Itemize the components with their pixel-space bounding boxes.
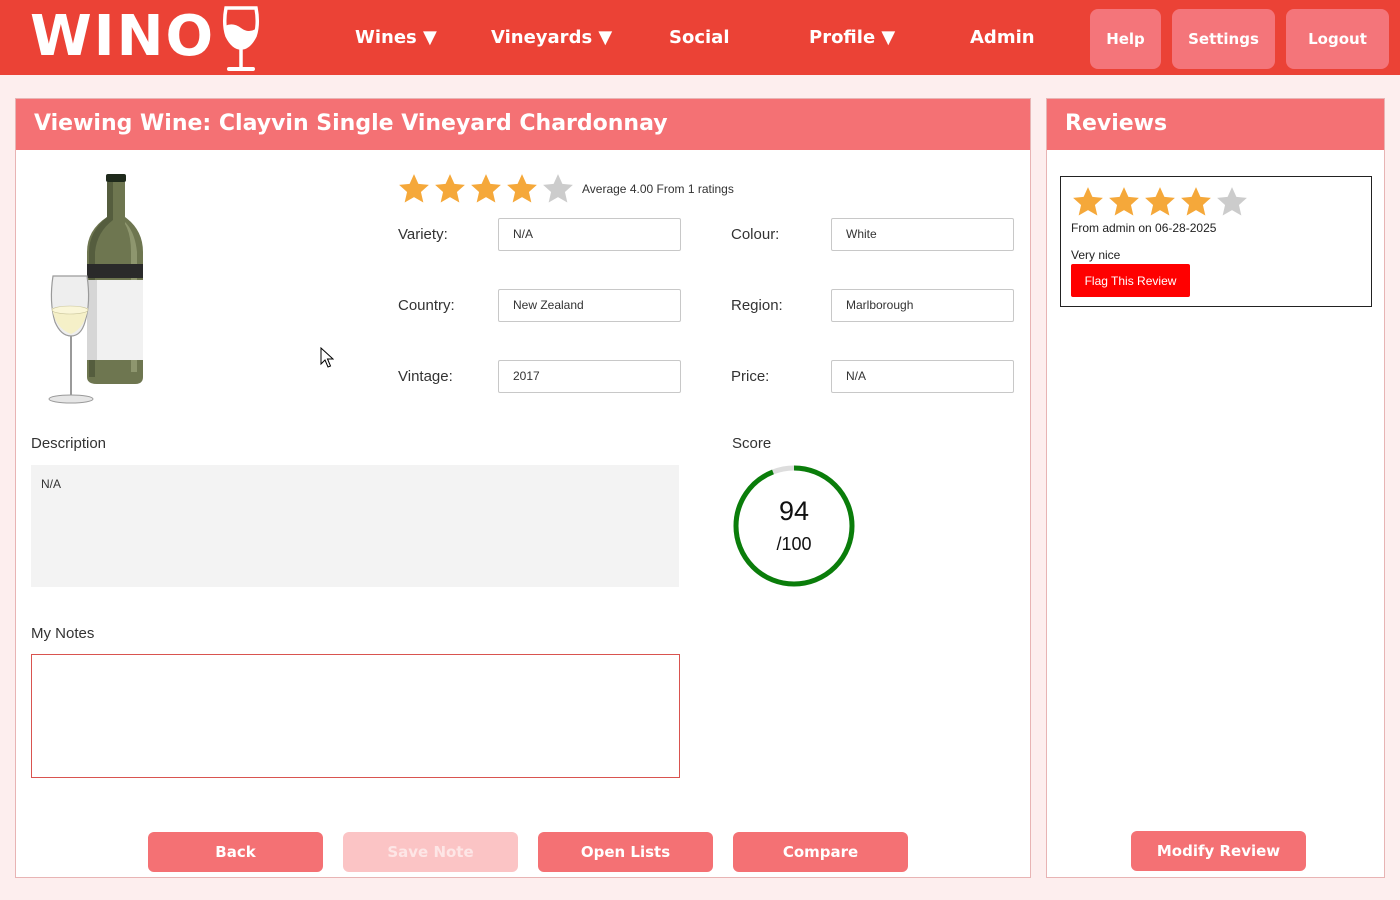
reviews-title: Reviews	[1065, 111, 1168, 136]
review-meta: From admin on 06-28-2025	[1071, 221, 1217, 235]
review-text: Very nice	[1071, 248, 1121, 262]
star-filled-icon[interactable]	[504, 172, 540, 206]
back-button[interactable]: Back	[148, 832, 323, 872]
star-empty-icon[interactable]	[540, 172, 576, 206]
logout-button[interactable]: Logout	[1286, 9, 1389, 69]
my-notes-label: My Notes	[31, 625, 95, 642]
star-filled-icon	[1145, 187, 1175, 216]
description-label: Description	[31, 435, 107, 452]
rating-summary-text: Average 4.00 From 1 ratings	[582, 182, 734, 196]
colour-field[interactable]: White	[831, 218, 1014, 251]
country-field[interactable]: New Zealand	[498, 289, 681, 322]
review-rating	[1070, 185, 1250, 219]
price-label: Price:	[731, 368, 770, 385]
variety-label: Variety:	[398, 226, 448, 243]
reviews-panel: Reviews From admin on 06-28-2025 Very ni…	[1046, 98, 1385, 878]
wine-title: Viewing Wine: Clayvin Single Vineyard Ch…	[34, 111, 668, 136]
region-field[interactable]: Marlborough	[831, 289, 1014, 322]
star-filled-icon	[1109, 187, 1139, 216]
vintage-label: Vintage:	[398, 368, 453, 385]
mouse-cursor-icon	[320, 347, 334, 368]
description-box: N/A	[31, 465, 679, 587]
price-field[interactable]: N/A	[831, 360, 1014, 393]
nav-social-link[interactable]: Social	[669, 24, 730, 52]
star-filled-icon	[1073, 187, 1103, 216]
nav-admin-link[interactable]: Admin	[970, 24, 1035, 52]
my-notes-textarea[interactable]	[31, 654, 680, 778]
review-card: From admin on 06-28-2025 Very nice Flag …	[1060, 176, 1372, 307]
colour-label: Colour:	[731, 226, 780, 243]
score-label: Score	[732, 435, 772, 452]
help-button[interactable]: Help	[1090, 9, 1161, 69]
wino-logo[interactable]: WINO	[30, 4, 261, 74]
top-navbar: WINO Wines ▼ Vineyards ▼ Social Profile …	[0, 0, 1400, 75]
logo-text: WINO	[30, 4, 216, 69]
nav-wines-menu[interactable]: Wines ▼	[355, 24, 437, 52]
settings-button[interactable]: Settings	[1172, 9, 1275, 69]
wine-bottle-image	[48, 174, 143, 404]
star-filled-icon[interactable]	[396, 172, 432, 206]
score-ring: 94 /100	[732, 464, 856, 588]
wine-detail-panel: Viewing Wine: Clayvin Single Vineyard Ch…	[15, 98, 1031, 878]
save-note-button[interactable]: Save Note	[343, 832, 518, 872]
average-rating: Average 4.00 From 1 ratings	[396, 172, 734, 206]
nav-profile-menu[interactable]: Profile ▼	[809, 24, 895, 52]
reviews-header: Reviews	[1047, 99, 1384, 150]
nav-vineyards-menu[interactable]: Vineyards ▼	[491, 24, 612, 52]
wine-panel-header: Viewing Wine: Clayvin Single Vineyard Ch…	[16, 99, 1030, 150]
star-empty-icon	[1217, 187, 1247, 216]
star-filled-icon[interactable]	[468, 172, 504, 206]
score-max: /100	[776, 534, 812, 554]
open-lists-button[interactable]: Open Lists	[538, 832, 713, 872]
wine-glass-icon	[223, 6, 260, 71]
score-value: 94	[778, 496, 810, 526]
variety-field[interactable]: N/A	[498, 218, 681, 251]
flag-review-button[interactable]: Flag This Review	[1071, 264, 1190, 297]
modify-review-button[interactable]: Modify Review	[1131, 831, 1306, 871]
vintage-field[interactable]: 2017	[498, 360, 681, 393]
region-label: Region:	[731, 297, 783, 314]
star-filled-icon[interactable]	[432, 172, 468, 206]
country-label: Country:	[398, 297, 455, 314]
star-filled-icon	[1181, 187, 1211, 216]
compare-button[interactable]: Compare	[733, 832, 908, 872]
